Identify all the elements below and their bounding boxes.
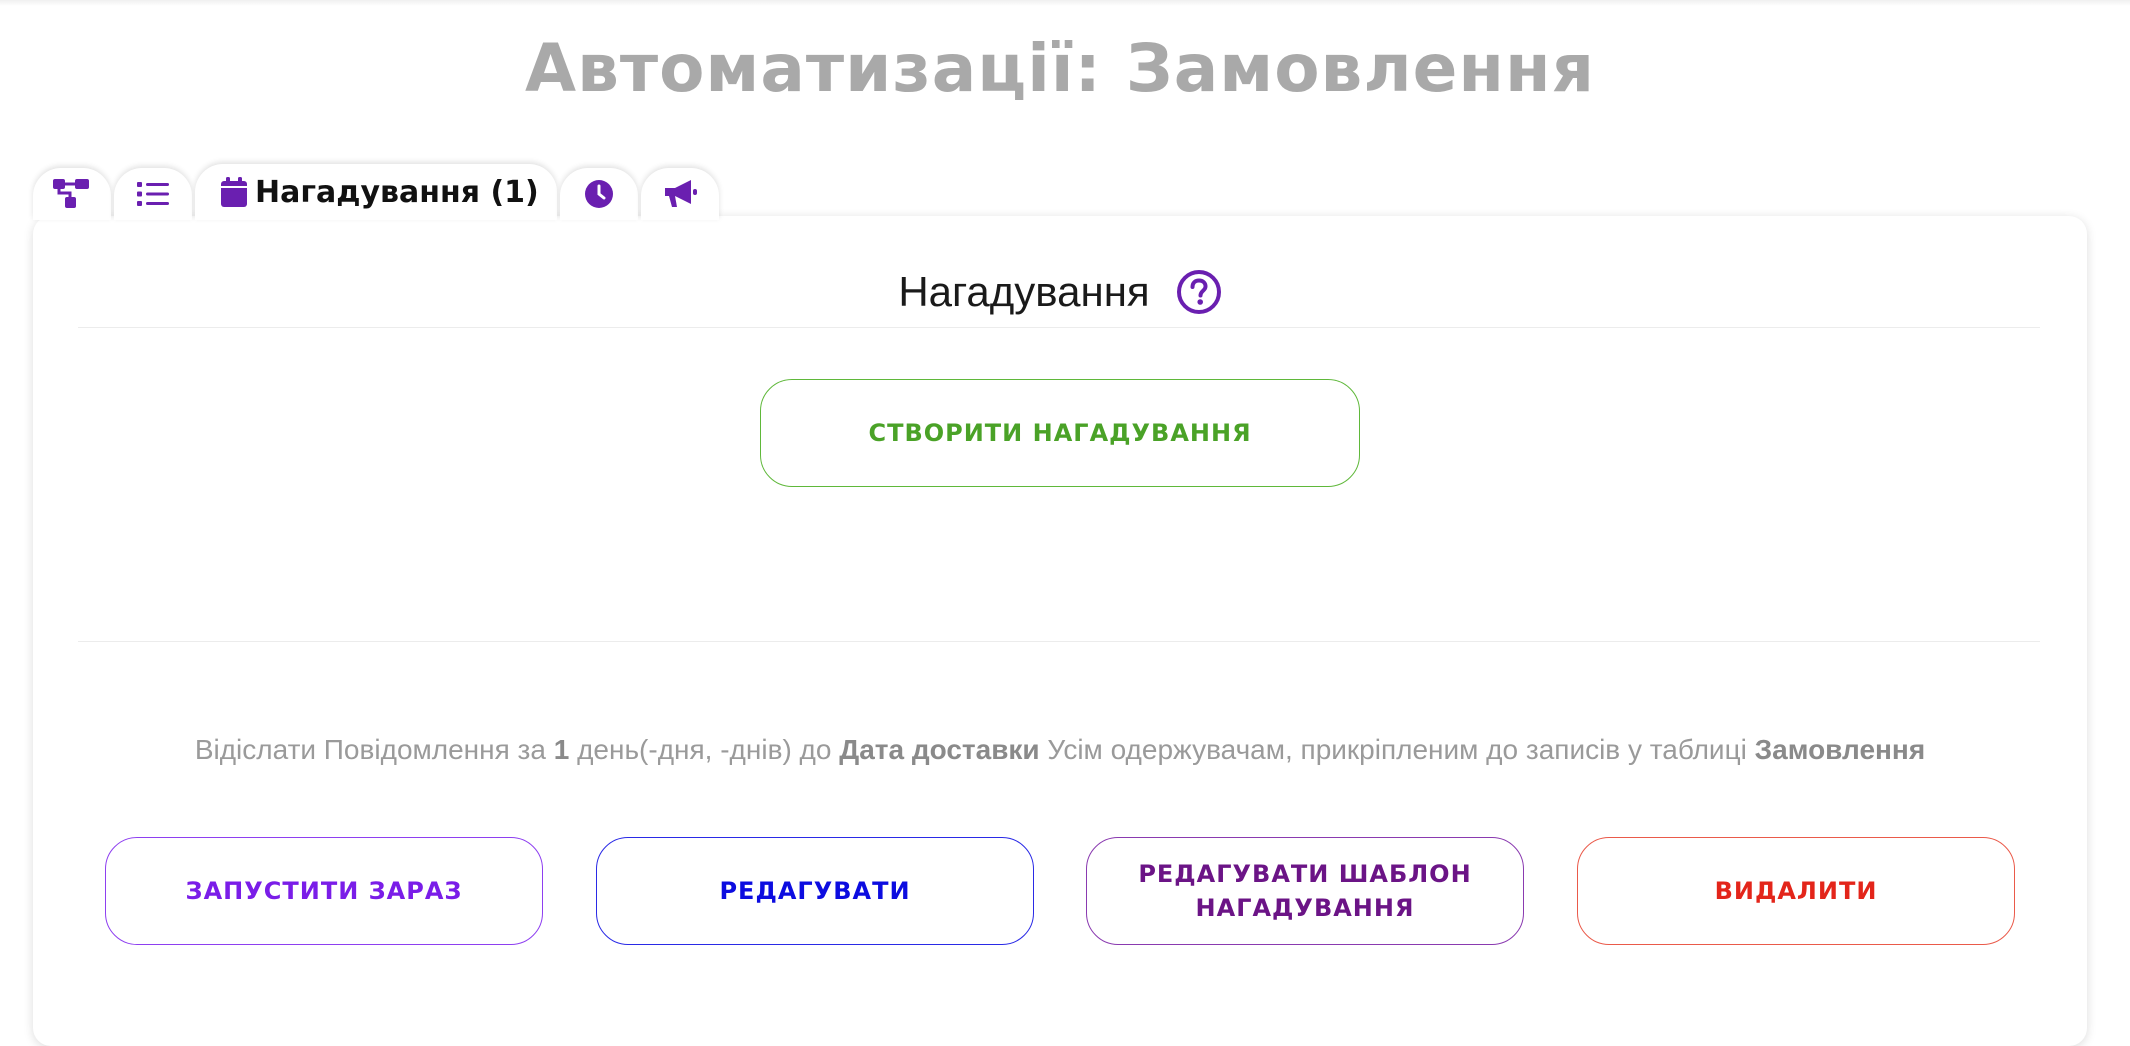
edit-template-button[interactable]: Редагувати шаблон нагадування (1086, 837, 1524, 945)
reminders-divider (78, 641, 2040, 642)
tab-broadcast[interactable] (640, 168, 719, 220)
section-title: Нагадування (898, 268, 1150, 315)
tab-flows[interactable] (33, 168, 111, 220)
page-title: Автоматизації: Замовлення (524, 30, 1595, 107)
reminder-days: 1 (553, 734, 570, 765)
top-shadow (0, 0, 2130, 6)
tab-reminders[interactable]: Нагадування (1) (195, 164, 557, 220)
reminder-desc-prefix: Відіслати Повідомлення за (194, 734, 554, 765)
clock-icon (584, 180, 613, 208)
reminder-table-name: Замовлення (1754, 734, 1926, 765)
header-divider (78, 327, 2040, 328)
automation-tabs: Нагадування (1) (33, 164, 722, 220)
reminder-date-field: Дата доставки (839, 734, 1040, 765)
tab-schedule[interactable] (559, 168, 638, 220)
reminders-panel: Нагадування Створити нагадування Відісла… (33, 216, 2087, 1046)
reminder-description: Відіслати Повідомлення за 1 день(-дня, -… (33, 734, 2087, 766)
create-reminder-button[interactable]: Створити нагадування (760, 379, 1360, 487)
delete-reminder-button[interactable]: Видалити (1577, 837, 2015, 945)
reminder-desc-days-suffix: день(-дня, -днів) до (569, 734, 840, 765)
list-icon (137, 182, 169, 206)
calendar-icon (221, 177, 247, 207)
tab-list[interactable] (114, 168, 192, 220)
edit-reminder-button[interactable]: Редагувати (596, 837, 1034, 945)
question-circle-icon[interactable] (1176, 269, 1222, 315)
megaphone-icon (664, 180, 697, 207)
sitemap-icon (53, 179, 89, 208)
reminder-desc-middle: Усім одержувачам, прикріпленим до записі… (1039, 734, 1755, 765)
run-now-button[interactable]: Запустити зараз (105, 837, 543, 945)
section-header: Нагадування (33, 268, 2087, 316)
tab-reminders-label: Нагадування (1) (255, 174, 539, 210)
